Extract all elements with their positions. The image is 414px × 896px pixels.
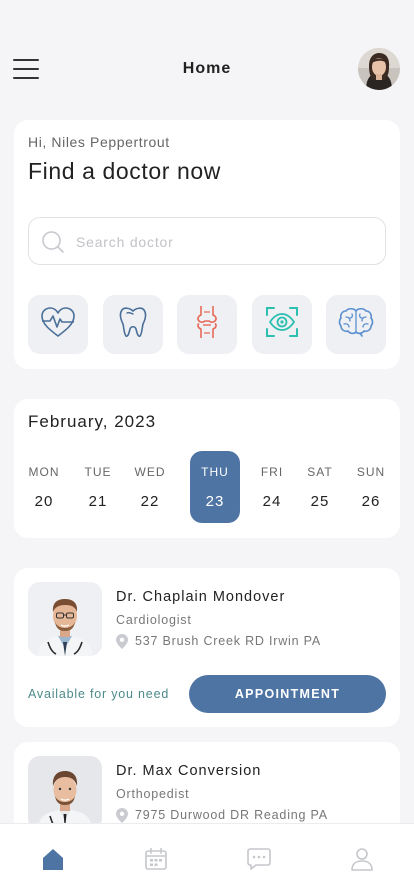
day-name: MON — [28, 465, 60, 479]
day-wed[interactable]: WED 22 — [125, 451, 175, 523]
calendar-icon — [144, 847, 168, 876]
doctor-name: Dr. Chaplain Mondover — [116, 589, 286, 605]
tooth-icon — [118, 306, 148, 343]
day-sun[interactable]: SUN 26 — [346, 451, 396, 523]
doctor-address-text: 537 Brush Creek RD Irwin PA — [135, 634, 322, 648]
day-date: 23 — [205, 493, 225, 510]
day-date: 25 — [310, 493, 330, 510]
day-name: THU — [201, 465, 229, 479]
eye-scan-icon — [265, 306, 299, 343]
category-ophthalmology[interactable] — [252, 295, 312, 354]
doctor-photo — [28, 582, 102, 656]
doctor-specialty: Cardiologist — [116, 613, 192, 627]
tab-messages[interactable] — [244, 846, 274, 876]
availability-text: Available for you need — [28, 687, 170, 701]
category-dentistry[interactable] — [103, 295, 163, 354]
chat-icon — [247, 847, 271, 876]
day-name: FRI — [260, 465, 284, 479]
home-icon — [41, 847, 65, 876]
day-date: 22 — [140, 493, 160, 510]
search-box[interactable] — [28, 217, 386, 265]
tab-profile[interactable] — [347, 846, 377, 876]
app-header: Home — [0, 0, 414, 110]
doctor-name: Dr. Max Conversion — [116, 763, 262, 779]
doctor-specialty: Orthopedist — [116, 787, 190, 801]
doctor-photo — [28, 756, 102, 830]
tab-calendar[interactable] — [141, 846, 171, 876]
category-orthopedics[interactable] — [177, 295, 237, 354]
joint-icon — [192, 304, 222, 345]
day-date: 26 — [361, 493, 381, 510]
brain-icon — [338, 307, 374, 342]
headline: Find a doctor now — [28, 158, 222, 184]
calendar-month: February, 2023 — [28, 412, 157, 431]
day-fri[interactable]: FRI 24 — [247, 451, 297, 523]
category-cardiology[interactable] — [28, 295, 88, 354]
day-name: WED — [134, 465, 166, 479]
day-mon[interactable]: MON 20 — [19, 451, 69, 523]
search-icon — [41, 230, 65, 259]
profile-icon — [350, 847, 374, 876]
find-doctor-card: Hi, Niles Peppertrout Find a doctor now — [14, 120, 400, 369]
appointment-button[interactable]: APPOINTMENT — [189, 675, 386, 713]
doctor-card[interactable]: Dr. Chaplain Mondover Cardiologist 537 B… — [14, 568, 400, 727]
bottom-tab-bar — [0, 823, 414, 896]
page-title: Home — [182, 60, 232, 77]
tab-home[interactable] — [38, 846, 68, 876]
calendar-card: February, 2023 MON 20 TUE 21 WED 22 THU 23 F… — [14, 399, 400, 538]
day-date: 20 — [34, 493, 54, 510]
day-name: TUE — [84, 465, 112, 479]
day-date: 21 — [88, 493, 108, 510]
user-avatar[interactable] — [358, 48, 400, 90]
day-name: SUN — [356, 465, 386, 479]
day-thu-selected[interactable]: THU 23 — [190, 451, 240, 523]
day-tue[interactable]: TUE 21 — [73, 451, 123, 523]
greeting-text: Hi, Niles Peppertrout — [28, 134, 170, 150]
search-input[interactable] — [76, 230, 366, 254]
doctor-address-text: 7975 Durwood DR Reading PA — [135, 808, 328, 822]
category-neurology[interactable] — [326, 295, 386, 354]
day-name: SAT — [307, 465, 333, 479]
location-pin-icon — [116, 634, 128, 652]
day-date: 24 — [262, 493, 282, 510]
heart-icon — [40, 306, 76, 343]
day-sat[interactable]: SAT 25 — [295, 451, 345, 523]
